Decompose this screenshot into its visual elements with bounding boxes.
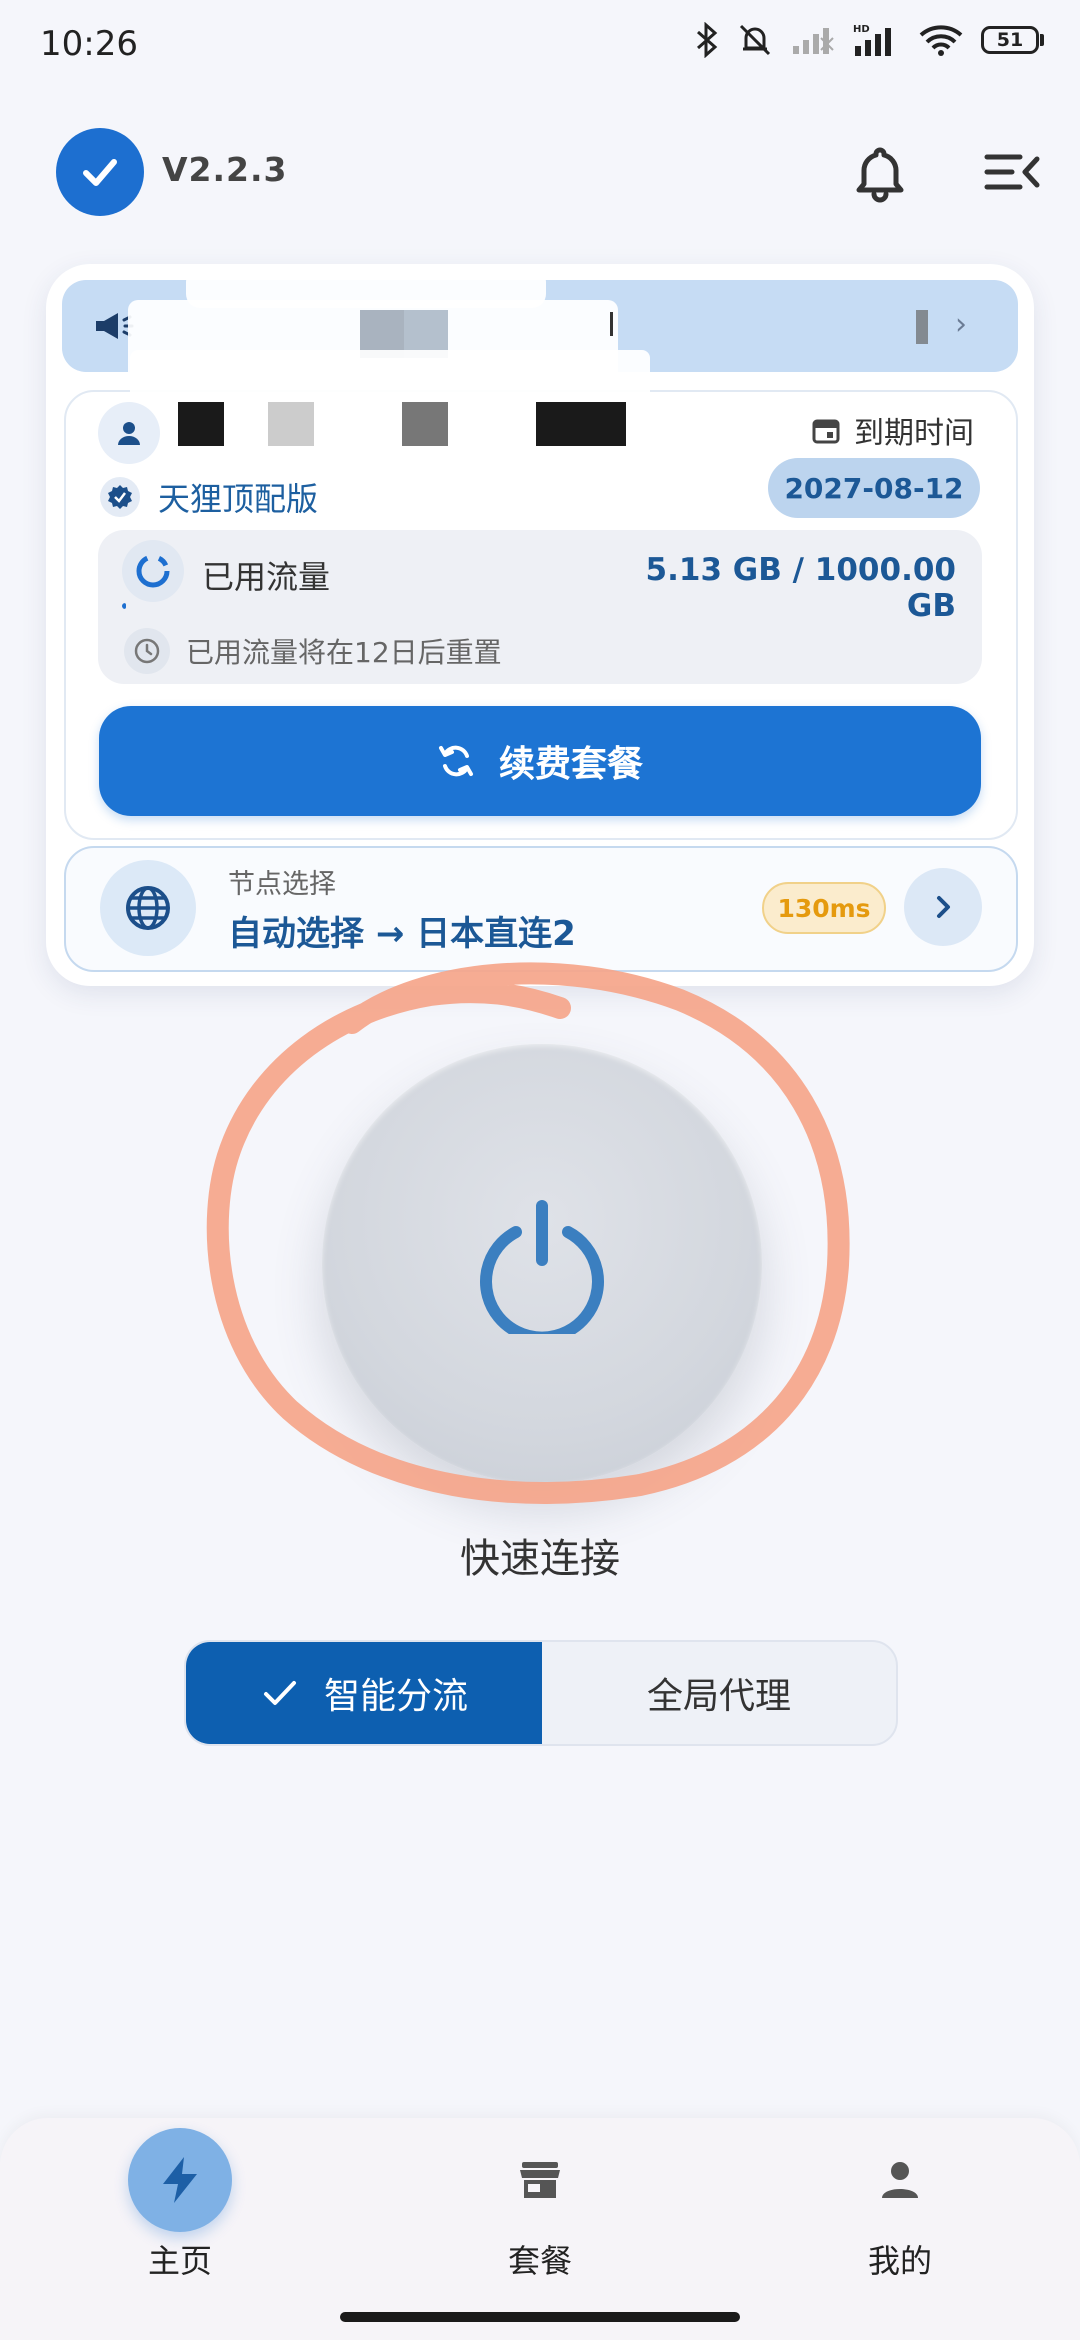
nav-plans[interactable]: 套餐: [440, 2128, 640, 2282]
store-icon: [488, 2128, 592, 2232]
usage-progress-bar: [122, 603, 982, 609]
menu-collapse-icon[interactable]: [984, 152, 1040, 192]
redaction-fragment: [916, 310, 928, 344]
connect-label: 快速连接: [460, 1536, 620, 1582]
status-icons: HD 51: [695, 22, 1044, 58]
battery-icon: 51: [981, 26, 1044, 54]
battery-level: 51: [981, 26, 1039, 54]
home-indicator[interactable]: [340, 2312, 740, 2322]
person-icon: [848, 2128, 952, 2232]
calendar-icon: [812, 419, 840, 444]
app-logo: [56, 128, 144, 216]
node-select-button[interactable]: [904, 868, 982, 946]
expire-date-badge: 2027-08-12: [768, 458, 980, 518]
routing-mode-toggle: 智能分流 全局代理: [184, 1640, 898, 1746]
signal-weak-icon: [793, 28, 834, 54]
verified-icon: [100, 477, 140, 517]
plan-name: 天狸顶配版: [158, 480, 319, 518]
redaction-block: [178, 402, 224, 446]
nav-plans-label: 套餐: [507, 2242, 572, 2280]
check-icon: [263, 1681, 296, 1705]
mode-global-proxy[interactable]: 全局代理: [542, 1642, 896, 1744]
usage-progress-fill: [122, 603, 127, 609]
redaction-block: [536, 402, 626, 446]
mode-smart-split-label: 智能分流: [323, 1676, 468, 1717]
usage-reset-row: 已用流量将在12日后重置: [124, 628, 502, 674]
mode-smart-split[interactable]: 智能分流: [186, 1642, 542, 1744]
nav-home[interactable]: 主页: [80, 2128, 280, 2282]
usage-label: 已用流量: [202, 558, 331, 596]
bluetooth-icon: [697, 22, 718, 58]
power-connect-button[interactable]: [322, 1044, 762, 1484]
clock-icon: [124, 628, 170, 674]
renew-plan-label: 续费套餐: [498, 744, 643, 785]
mode-global-proxy-label: 全局代理: [646, 1676, 791, 1717]
bell-muted-icon: [739, 24, 771, 56]
chevron-right-icon: ›: [955, 307, 967, 342]
usage-ring-icon: [122, 540, 184, 602]
redaction-fragment: [610, 312, 613, 336]
plan-row: 天狸顶配版: [100, 474, 318, 520]
signal-hd-icon: HD: [853, 24, 891, 56]
user-avatar: [98, 402, 160, 464]
chevron-right-icon: [937, 896, 950, 918]
nav-profile-label: 我的: [867, 2242, 932, 2280]
nav-profile[interactable]: 我的: [800, 2128, 1000, 2282]
redaction-block: [268, 402, 314, 446]
power-icon: [480, 1200, 604, 1334]
globe-icon: [100, 860, 196, 956]
usage-reset-text: 已用流量将在12日后重置: [186, 636, 502, 669]
nav-home-label: 主页: [147, 2242, 212, 2280]
wifi-icon: [919, 25, 963, 56]
notification-bell-icon[interactable]: [852, 144, 908, 204]
redaction-block: [402, 402, 448, 446]
usage-value: 5.13 GB / 1000.00 GB: [645, 552, 956, 624]
expire-label-row: 到期时间: [812, 408, 974, 452]
check-icon: [83, 159, 117, 186]
node-caption: 节点选择: [228, 869, 336, 900]
renew-plan-button[interactable]: 续费套餐: [99, 706, 981, 816]
node-name: 自动选择 → 日本直连2: [228, 914, 576, 954]
svg-text:HD: HD: [853, 24, 870, 35]
bolt-icon: [128, 2128, 232, 2232]
person-icon: [118, 422, 140, 445]
refresh-icon: [438, 745, 473, 777]
status-time: 10:26: [40, 24, 138, 64]
app-version: V2.2.3: [162, 150, 288, 189]
redaction: [130, 350, 650, 402]
latency-badge: 130ms: [762, 882, 886, 934]
expire-label: 到期时间: [854, 416, 974, 451]
